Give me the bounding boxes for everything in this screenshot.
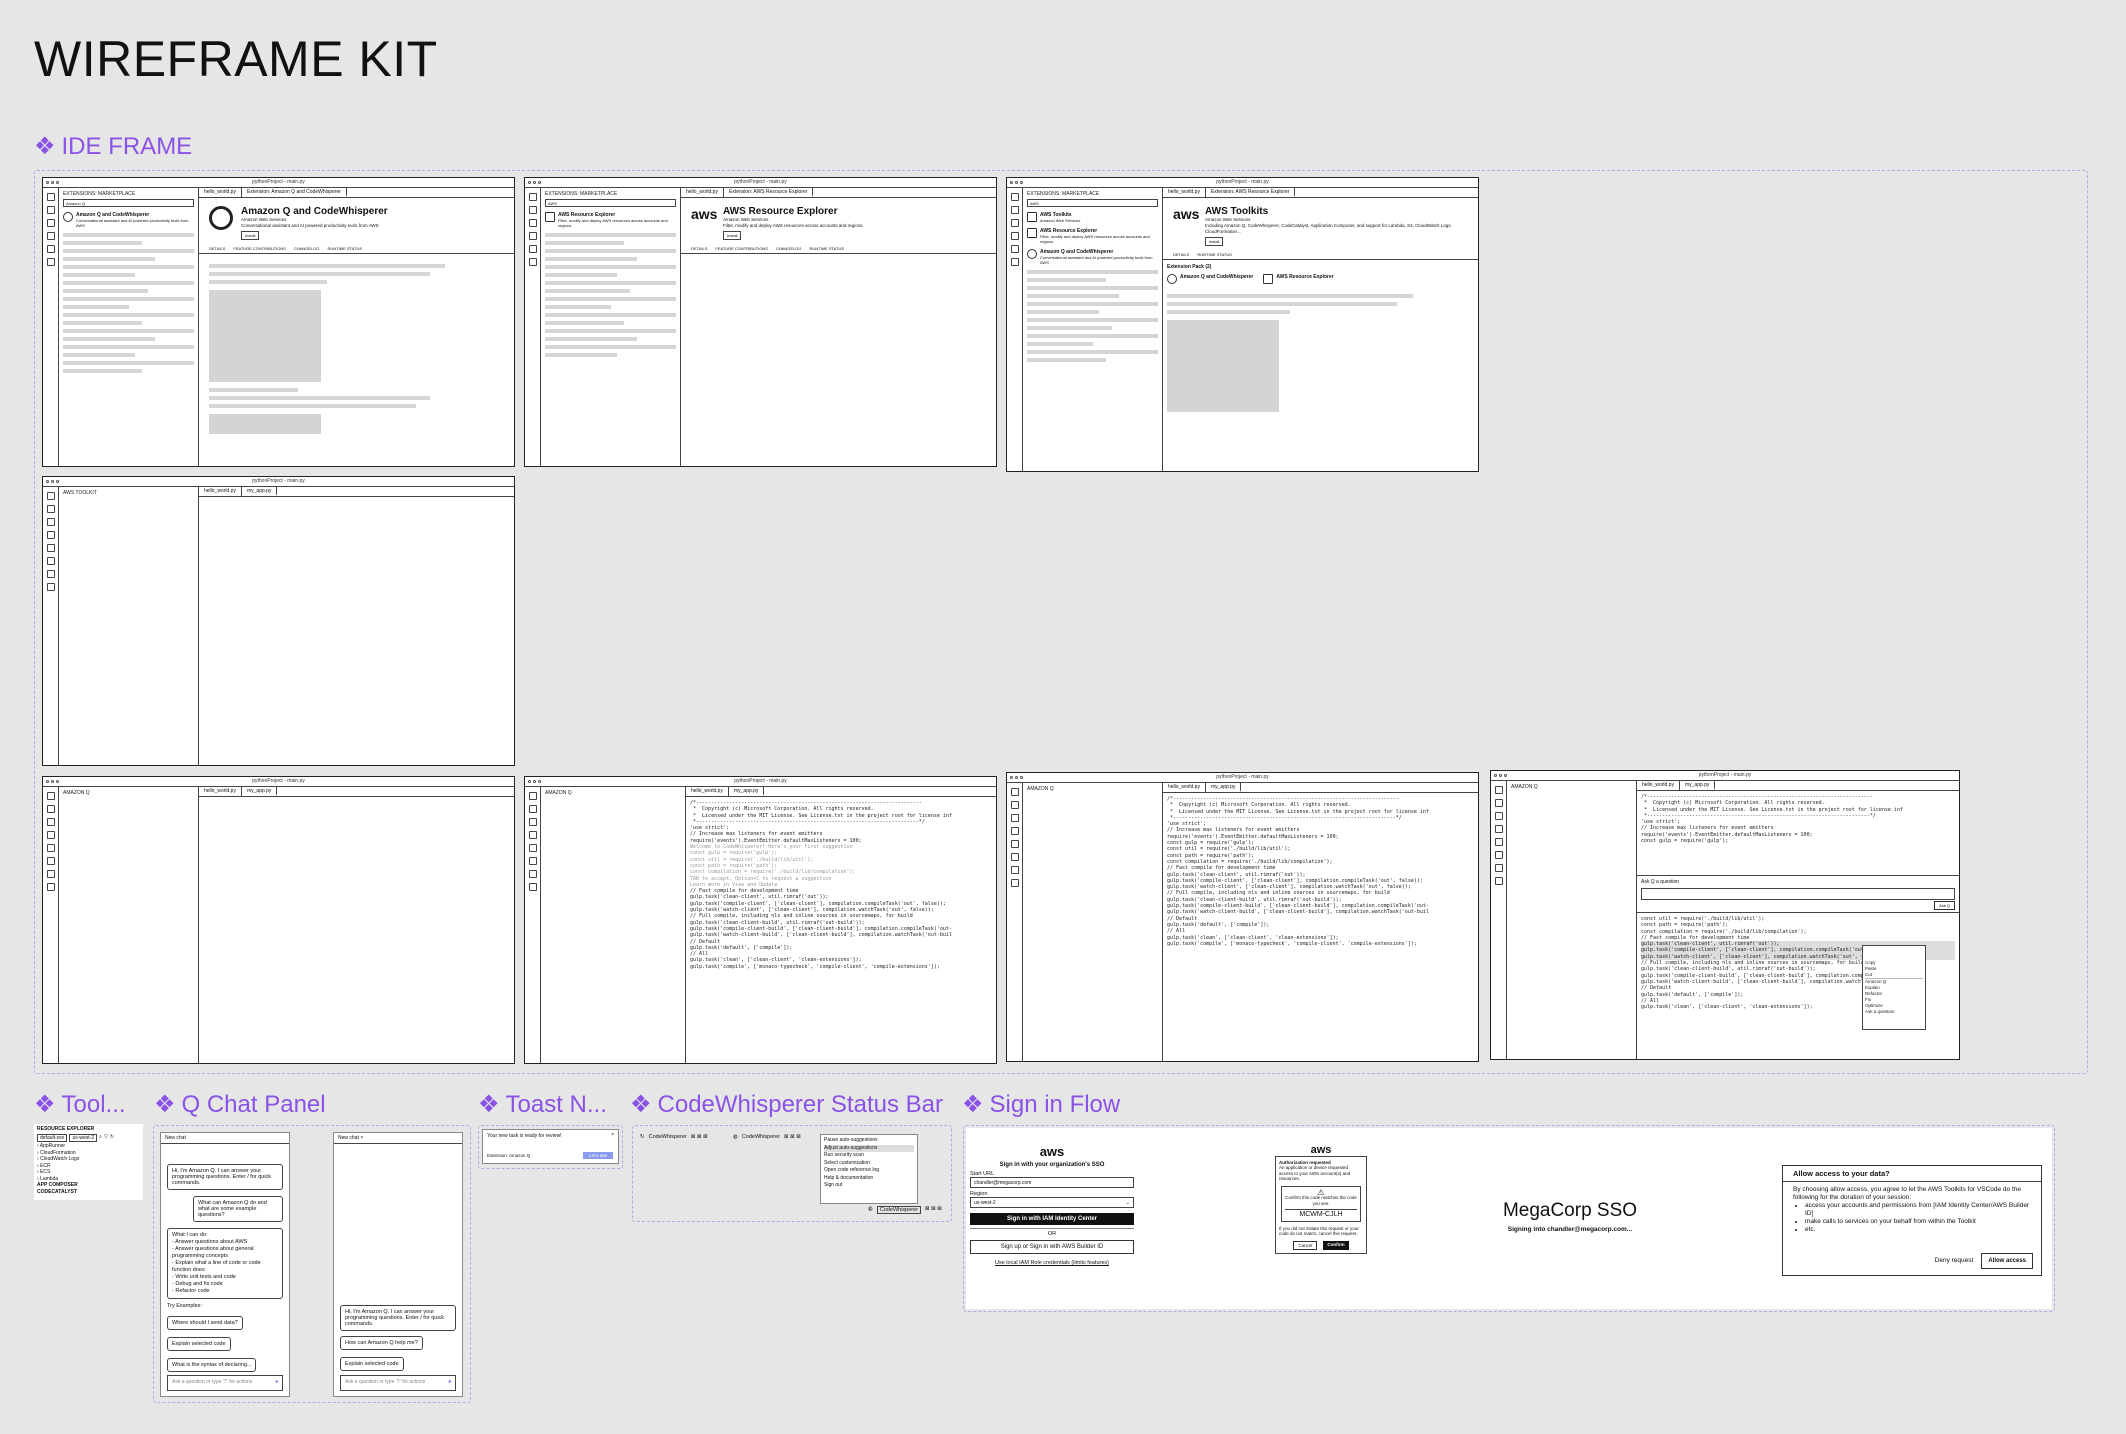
chat-input[interactable]: Ask a question or type "/" for actions ➤: [167, 1375, 283, 1391]
menu-item[interactable]: Run security scan: [824, 1152, 914, 1160]
aws-logo: aws: [1039, 1144, 1065, 1159]
ide-amazon-q-empty: pythonProject - main.py AMAZON Q hello_w…: [42, 776, 515, 1064]
search-input[interactable]: AWS: [1027, 199, 1158, 207]
component-icon: ❖: [34, 133, 56, 160]
chat-input[interactable]: Ask a question or type "/" for actions ➤: [340, 1375, 456, 1391]
list-item[interactable]: AWS Resource Explorer Filter, modify and …: [1027, 228, 1158, 244]
start-url-input[interactable]: chandler@megacorp.com: [970, 1177, 1134, 1188]
sso-form: aws Sign in with your organization's SSO…: [970, 1144, 1134, 1266]
install-button[interactable]: Install: [241, 231, 260, 240]
code-editor[interactable]: /*--------------------------------------…: [1163, 793, 1478, 950]
cancel-button[interactable]: Cancel: [1293, 1240, 1318, 1250]
menu-item[interactable]: Select customization: [824, 1160, 914, 1168]
refresh-icon[interactable]: ↻: [110, 1134, 114, 1143]
ask-q-panel: Ask Q a question Ask Q: [1637, 875, 1959, 913]
ide-marketplace-toolkit: pythonProject - main.py EXTENSIONS: MARK…: [1006, 177, 1479, 472]
section-toast: ❖ Toast N...: [478, 1090, 607, 1119]
list-item[interactable]: AWS Resource Explorer Filter, modify and …: [545, 212, 676, 228]
search-icon[interactable]: ⌕: [99, 1134, 102, 1143]
list-item[interactable]: Amazon Q and CodeWhisperer Conversational…: [1027, 249, 1158, 265]
status-bar-item[interactable]: ↻ CodeWhisperer ⊠ ⊠ ⊠: [640, 1134, 708, 1140]
ide-marketplace-explorer: pythonProject - main.py EXTENSIONS: MARK…: [524, 177, 997, 467]
codewhisperer-icon: ◍: [733, 1134, 738, 1140]
menu-item[interactable]: Sign out: [824, 1182, 914, 1190]
authorization-card: aws Authorization requested An applicati…: [1275, 1145, 1367, 1254]
ide-amazon-q-ask: pythonProject - main.py AMAZON Q hello_w…: [1490, 770, 1960, 1060]
confirm-button[interactable]: Confirm: [1323, 1240, 1349, 1250]
menu-item[interactable]: Adjust auto-suggestions: [824, 1144, 914, 1152]
aws-logo: aws: [1173, 206, 1200, 222]
code-editor[interactable]: /*--------------------------------------…: [686, 797, 996, 973]
q-chat-panel: New chat Hi, I'm Amazon Q. I can answer …: [160, 1132, 290, 1397]
status-bar-item-active[interactable]: ◍ CodeWhisperer ⊠ ⊠ ⊠: [733, 1134, 801, 1140]
send-icon[interactable]: ➤: [275, 1379, 279, 1385]
install-button[interactable]: Install: [723, 231, 742, 240]
example-chip[interactable]: Explain selected code: [167, 1337, 231, 1351]
section-q-chat: ❖ Q Chat Panel: [154, 1090, 326, 1119]
deny-request-button[interactable]: Deny request: [1935, 1257, 1974, 1265]
menu-item[interactable]: Pause auto-suggestions: [824, 1137, 914, 1145]
example-chip[interactable]: Where should I send data?: [167, 1316, 243, 1330]
aws-logo: aws: [691, 206, 718, 222]
search-input[interactable]: AWS: [545, 199, 676, 207]
search-input[interactable]: Amazon Q: [63, 199, 194, 207]
tab-new-chat[interactable]: New chat: [338, 1135, 359, 1141]
menu-item[interactable]: Help & documentation: [824, 1175, 914, 1183]
list-item[interactable]: AWS Toolkits Amazon Web Services: [1027, 212, 1158, 223]
list-item[interactable]: Amazon Q and CodeWhisperer Conversational…: [63, 212, 194, 228]
ask-q-input[interactable]: [1641, 888, 1955, 900]
allow-access-dialog: Allow access to your data? By choosing a…: [1782, 1165, 2042, 1276]
example-chip[interactable]: What is the syntax of declaring...: [167, 1358, 257, 1372]
menu-item[interactable]: Open code reference log: [824, 1167, 914, 1175]
sync-icon: ↻: [640, 1134, 645, 1140]
section-ide-frame: ❖ IDE FRAME: [34, 132, 193, 161]
allow-access-button[interactable]: Allow access: [1981, 1253, 2033, 1269]
toast-action-button[interactable]: Let's see: [583, 1152, 613, 1159]
tab-new-chat[interactable]: New chat: [161, 1133, 289, 1144]
iam-credentials-link[interactable]: Use local IAM Role credentials (limits f…: [970, 1260, 1134, 1266]
section-sign-in: ❖ Sign in Flow: [962, 1090, 1121, 1119]
example-chip[interactable]: How can Amazon Q help me?: [340, 1336, 423, 1350]
page-title: WIREFRAME KIT: [34, 31, 438, 87]
section-toolkit: ❖ Tool...: [34, 1090, 126, 1119]
ide-amazon-q-code: pythonProject - main.py AMAZON Q hello_w…: [1006, 772, 1479, 1062]
install-button[interactable]: Install: [1205, 237, 1224, 246]
context-menu: Copy Paste Cut Amazon Q Explain Refactor Fix Op…: [1862, 945, 1926, 1030]
status-bar-footer[interactable]: ◍ CodeWhisperer ⊠ ⊠ ⊠: [868, 1206, 942, 1214]
chevron-down-icon: ⌄: [1125, 1200, 1130, 1206]
ask-q-button[interactable]: Ask Q: [1934, 901, 1955, 910]
region-select[interactable]: us-west-2 ⌄: [970, 1197, 1134, 1208]
close-icon[interactable]: ×: [611, 1132, 614, 1138]
region-select[interactable]: us-west-2: [69, 1133, 98, 1142]
send-icon[interactable]: ➤: [448, 1379, 452, 1385]
ide-amazon-q-welcome: pythonProject - main.py AMAZON Q hello_w…: [524, 776, 997, 1064]
toolkit-tree: RESOURCE EXPLORER default-sso us-west-2 …: [34, 1124, 143, 1200]
amazon-q-logo: [209, 206, 233, 230]
section-status-bar: ❖ CodeWhisperer Status Bar: [630, 1090, 943, 1119]
status-menu: Pause auto-suggestions Adjust auto-sugge…: [820, 1134, 918, 1204]
q-chat-panel-empty: New chat × Hi, I'm Amazon Q. I can answe…: [333, 1132, 463, 1397]
filter-icon[interactable]: ▽: [104, 1134, 108, 1143]
example-chip[interactable]: Explain selected code: [340, 1357, 404, 1371]
chat-answer: What I can do: - Answer questions about …: [167, 1228, 283, 1299]
toast-notification: Your new task is ready for review! × Ext…: [482, 1129, 619, 1164]
ide-toolkit-empty: pythonProject - main.py AWS TOOLKIT hell…: [42, 476, 515, 766]
builder-id-button[interactable]: Sign up or Sign in with AWS Builder ID: [970, 1240, 1134, 1254]
ide-marketplace-q: pythonProject - main.py EXTENSIONS: MARK…: [42, 177, 515, 467]
sign-in-iam-button[interactable]: Sign in with IAM Identity Center: [970, 1213, 1134, 1225]
megacorp-sso: MegaCorp SSO Signing into chandler@megac…: [1502, 1200, 1638, 1233]
close-icon[interactable]: ×: [360, 1135, 363, 1141]
profile-select[interactable]: default-sso: [37, 1133, 68, 1142]
